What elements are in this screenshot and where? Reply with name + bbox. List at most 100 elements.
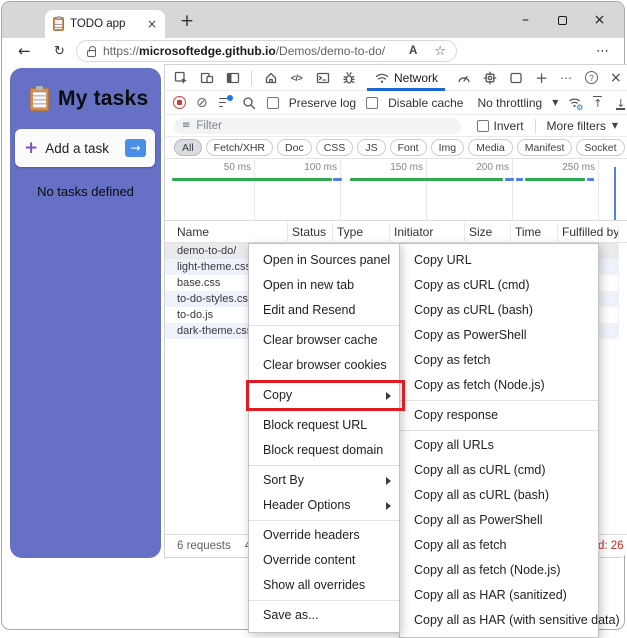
throttling-dropdown-icon[interactable]: ▼	[552, 98, 558, 107]
menu-item-sort-by[interactable]: Sort By	[249, 468, 399, 493]
filter-input[interactable]: ≡ Filter	[174, 117, 461, 134]
app-title: My tasks	[58, 87, 149, 110]
more-options-icon[interactable]: ⋯	[560, 71, 573, 85]
menu-item-show-all-overrides[interactable]: Show all overrides	[249, 573, 399, 598]
import-har-icon[interactable]: ↑	[591, 95, 604, 110]
menu-item-save-as[interactable]: Save as...	[249, 603, 399, 628]
submenu-item-copy-all-as-fetch-nodejs[interactable]: Copy all as fetch (Node.js)	[400, 558, 598, 583]
submenu-item-copy-all-as-fetch[interactable]: Copy all as fetch	[400, 533, 598, 558]
filter-placeholder: Filter	[196, 119, 222, 132]
submenu-item-copy-all-urls[interactable]: Copy all URLs	[400, 433, 598, 458]
help-icon[interactable]: ?	[585, 71, 599, 84]
preserve-log-checkbox[interactable]	[266, 96, 279, 109]
chip-img[interactable]: Img	[430, 139, 465, 156]
record-icon[interactable]	[173, 96, 186, 109]
device-emulation-icon[interactable]	[199, 70, 214, 85]
browser-menu-icon[interactable]: ⋯	[596, 44, 610, 59]
chip-manifest[interactable]: Manifest	[516, 139, 573, 156]
column-time[interactable]: Time	[515, 225, 541, 239]
welcome-home-icon[interactable]	[263, 70, 278, 85]
back-icon[interactable]: ←	[18, 42, 31, 60]
menu-item-override-content[interactable]: Override content	[249, 548, 399, 573]
application-tab-icon[interactable]	[508, 70, 523, 85]
submenu-item-copy-all-as-har-sensitive[interactable]: Copy all as HAR (with sensitive data)	[400, 608, 620, 633]
chip-fetch-xhr[interactable]: Fetch/XHR	[205, 139, 274, 156]
menu-item-override-headers[interactable]: Override headers	[249, 523, 399, 548]
chip-socket[interactable]: Socket	[576, 139, 625, 156]
search-icon[interactable]	[242, 95, 257, 110]
table-scrollbar-gutter[interactable]	[618, 222, 627, 339]
menu-item-header-options[interactable]: Header Options	[249, 493, 399, 518]
menu-item-open-in-new-tab[interactable]: Open in new tab	[249, 273, 399, 298]
submenu-item-copy-as-curl-bash[interactable]: Copy as cURL (bash)	[400, 298, 598, 323]
dock-side-icon[interactable]	[225, 70, 240, 85]
submenu-item-copy-all-as-powershell[interactable]: Copy all as PowerShell	[400, 508, 598, 533]
submenu-item-copy-all-as-curl-bash[interactable]: Copy all as cURL (bash)	[400, 483, 598, 508]
timeline-bar	[505, 178, 514, 181]
clear-icon[interactable]: ⊘	[196, 96, 208, 110]
filter-bar: ≡ Filter Invert More filters ▼	[165, 115, 627, 137]
submit-arrow-button[interactable]: →	[125, 139, 146, 157]
column-status[interactable]: Status	[292, 225, 326, 239]
memory-chip-icon[interactable]	[482, 70, 497, 85]
chip-font[interactable]: Font	[389, 139, 427, 156]
column-initiator[interactable]: Initiator	[394, 225, 433, 239]
inspect-icon[interactable]	[173, 70, 188, 85]
column-name[interactable]: Name	[177, 225, 209, 239]
add-task-button[interactable]: + Add a task →	[15, 129, 155, 167]
column-type[interactable]: Type	[337, 225, 363, 239]
menu-item-edit-and-resend[interactable]: Edit and Resend	[249, 298, 399, 323]
network-tab[interactable]: Network	[367, 65, 446, 91]
performance-gauge-icon[interactable]	[456, 70, 471, 85]
throttling-select[interactable]: No throttling	[477, 96, 542, 110]
console-tab-icon[interactable]	[315, 70, 330, 85]
url-field[interactable]: https://microsoftedge.github.io/Demos/de…	[76, 40, 457, 62]
invert-checkbox[interactable]	[476, 119, 489, 132]
todo-app-panel: My tasks + Add a task → No tasks defined	[10, 68, 161, 558]
network-conditions-icon[interactable]: ⚙	[568, 96, 583, 112]
menu-item-copy[interactable]: Copy	[249, 383, 399, 408]
network-overview-timeline[interactable]: 50 ms 100 ms 150 ms 200 ms 250 ms	[165, 159, 627, 221]
submenu-item-copy-as-powershell[interactable]: Copy as PowerShell	[400, 323, 598, 348]
submenu-item-copy-response[interactable]: Copy response	[400, 403, 598, 428]
chip-doc[interactable]: Doc	[277, 139, 312, 156]
column-fulfilled-by[interactable]: Fulfilled by	[562, 225, 619, 239]
refresh-icon[interactable]: ↻	[54, 44, 65, 59]
chip-js[interactable]: JS	[357, 139, 386, 156]
toolbar-divider	[251, 69, 252, 86]
issues-bug-icon[interactable]	[341, 70, 356, 85]
close-button[interactable]: ×	[581, 2, 618, 38]
disable-cache-checkbox[interactable]	[366, 96, 379, 109]
submenu-item-copy-url[interactable]: Copy URL	[400, 248, 598, 273]
menu-item-block-request-url[interactable]: Block request URL	[249, 413, 399, 438]
chip-media[interactable]: Media	[468, 139, 513, 156]
submenu-item-copy-as-fetch-nodejs[interactable]: Copy as fetch (Node.js)	[400, 373, 598, 398]
more-tabs-icon[interactable]: +	[534, 69, 549, 87]
menu-divider	[249, 380, 399, 381]
maximize-button[interactable]	[544, 2, 581, 38]
chip-css[interactable]: CSS	[315, 139, 354, 156]
read-aloud-icon[interactable]: A	[409, 45, 417, 57]
menu-item-open-in-sources[interactable]: Open in Sources panel	[249, 248, 399, 273]
chip-all[interactable]: All	[174, 139, 202, 156]
export-har-icon[interactable]: ↓	[614, 96, 627, 110]
elements-tab-icon[interactable]: </>	[289, 70, 304, 85]
submenu-item-copy-all-as-har-sanitized[interactable]: Copy all as HAR (sanitized)	[400, 583, 598, 608]
type-filter-chips: All Fetch/XHR Doc CSS JS Font Img Media …	[165, 137, 627, 159]
column-size[interactable]: Size	[469, 225, 492, 239]
new-tab-button[interactable]: +	[176, 11, 198, 31]
submenu-item-copy-as-curl-cmd[interactable]: Copy as cURL (cmd)	[400, 273, 598, 298]
minimize-button[interactable]: –	[507, 2, 544, 38]
browser-tab[interactable]: TODO app ×	[45, 10, 165, 38]
submenu-item-copy-all-as-curl-cmd[interactable]: Copy all as cURL (cmd)	[400, 458, 598, 483]
title-bar: TODO app × + – ×	[2, 2, 624, 38]
favorites-star-icon[interactable]: ☆	[434, 44, 446, 59]
devtools-close-icon[interactable]: ×	[610, 70, 622, 86]
more-filters-button[interactable]: More filters ▼	[547, 119, 619, 133]
menu-item-clear-browser-cache[interactable]: Clear browser cache	[249, 328, 399, 353]
tab-close-icon[interactable]: ×	[147, 17, 157, 31]
menu-item-clear-browser-cookies[interactable]: Clear browser cookies	[249, 353, 399, 378]
filter-toggle-icon[interactable]	[218, 94, 233, 109]
menu-item-block-request-domain[interactable]: Block request domain	[249, 438, 399, 463]
submenu-item-copy-as-fetch[interactable]: Copy as fetch	[400, 348, 598, 373]
